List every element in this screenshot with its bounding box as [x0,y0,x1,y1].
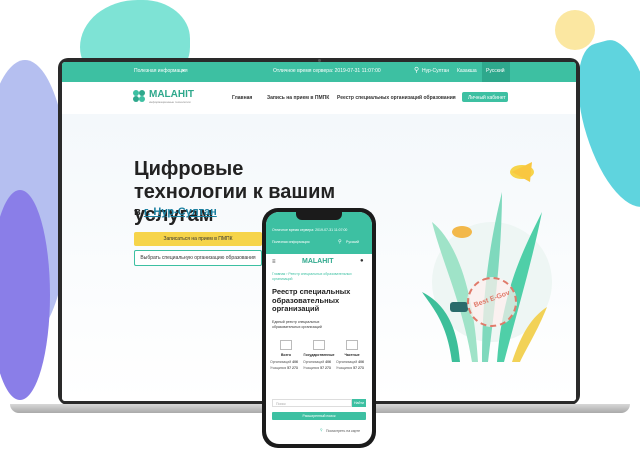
stat-students-label: Учащихся [270,366,287,370]
chevron-down-icon: ▾ [182,68,185,74]
cabinet-label: Личный кабинет [468,94,506,101]
stat-orgs-value: 406 [325,360,331,364]
phone-map-link[interactable]: Посмотреть на карте [326,429,360,433]
stat-orgs: Организаций 406 [303,360,335,364]
choose-org-button[interactable]: Выбрать специальную организацию образова… [134,250,262,266]
phone-screen: Отличное время сервера: 2019-07-31 11:07… [266,212,372,444]
hero-city-link[interactable]: г. Нур-Султан [144,206,217,218]
stat-label: Всего [281,353,291,357]
logo-text: MALAHIT [149,89,194,100]
city-prefix: в [134,206,141,218]
stat-students-label: Учащихся [336,366,353,370]
phone-advanced-search-button[interactable]: Расширенный поиск [272,412,366,420]
phone-page-subtitle: Единый реестр специальных образовательны… [272,320,322,329]
phone-search-button[interactable]: Найти [352,399,366,407]
location-pin-icon: ⚲ [414,67,420,74]
phone-server-time: Отличное время сервера: 2019-07-31 11:07… [272,228,348,232]
logo-icon [133,90,145,102]
hero-city-line: в г. Нур-Султан [134,206,217,218]
building-icon [280,340,292,350]
nav-signup[interactable]: Запись на прием в ПМПК [267,95,329,101]
phone-stats: Всего Организаций 406 Учащихся 57 273 Го… [270,340,368,384]
choose-org-button-label: Выбрать специальную организацию образова… [140,255,256,261]
lang-ru-active[interactable]: Русский [482,62,510,82]
main-nav: MALAHIT информационные технологии Главна… [62,82,576,115]
stat-students-label: Учащихся [303,366,320,370]
stat-orgs: Организаций 406 [270,360,302,364]
stat-students: Учащихся 57 273 [303,366,335,370]
signup-button[interactable]: Записаться на прием в ПМПК [134,232,262,246]
building-icon [313,340,325,350]
top-bar: Полезная информация ▾ Отличное время сер… [62,62,576,82]
stat-students-value: 57 273 [353,366,364,370]
phone-logo[interactable]: MALAHIT [302,258,334,265]
stat-orgs-label: Организаций [336,360,358,364]
city-selector[interactable]: Нур-Султан [422,68,449,74]
stat-orgs-label: Организаций [270,360,292,364]
phone-search-input[interactable]: Поиск [272,399,352,407]
server-time: Отличное время сервера: 2019-07-31 11:07… [273,68,381,74]
phone-useful-info[interactable]: Полезная информация [272,240,310,244]
phone-menu-icon[interactable]: ≡ [272,259,276,265]
stat-students-value: 57 273 [287,366,298,370]
phone-breadcrumb[interactable]: Главная › Реестр специальных образовател… [272,272,366,281]
stat-orgs-value: 406 [292,360,298,364]
stat-col-total: Всего Организаций 406 Учащихся 57 273 [270,340,302,370]
stat-students: Учащихся 57 273 [336,366,368,370]
phone-user-icon[interactable]: ● [360,258,364,264]
phone-location-pin-icon: ⚲ [338,239,342,245]
nav-home[interactable]: Главная [232,95,252,101]
stat-label: Частные [344,353,360,357]
nav-registry[interactable]: Реестр специальных организаций образован… [337,95,456,101]
phone-map-pin-icon: ⚲ [320,428,323,432]
stat-orgs: Организаций 406 [336,360,368,364]
cabinet-button[interactable]: Личный кабинет [462,92,508,102]
building-icon [346,340,358,350]
logo-subtitle: информационные технологии [149,100,191,104]
stat-orgs-label: Организаций [303,360,325,364]
useful-info-dropdown[interactable]: Полезная информация [134,68,188,74]
stat-col-private: Частные Организаций 406 Учащихся 57 273 [336,340,368,370]
lang-ru-label: Русский [486,68,505,74]
stat-label: Государственные [303,353,335,357]
stat-students-value: 57 273 [320,366,331,370]
signup-button-label: Записаться на прием в ПМПК [163,236,233,242]
hero-illustration [422,162,552,362]
stat-orgs-value: 406 [358,360,364,364]
stat-col-state: Государственные Организаций 406 Учащихся… [303,340,335,370]
phone-lang[interactable]: Русский [346,240,359,244]
stat-students: Учащихся 57 273 [270,366,302,370]
phone-notch [296,212,342,220]
decor-blob-yellow [555,10,595,50]
lang-kz[interactable]: Казакша [457,68,477,74]
phone-page-title: Реестр специальных образовательных орган… [272,287,351,313]
stamp-text: Best E-Gov [473,289,511,310]
